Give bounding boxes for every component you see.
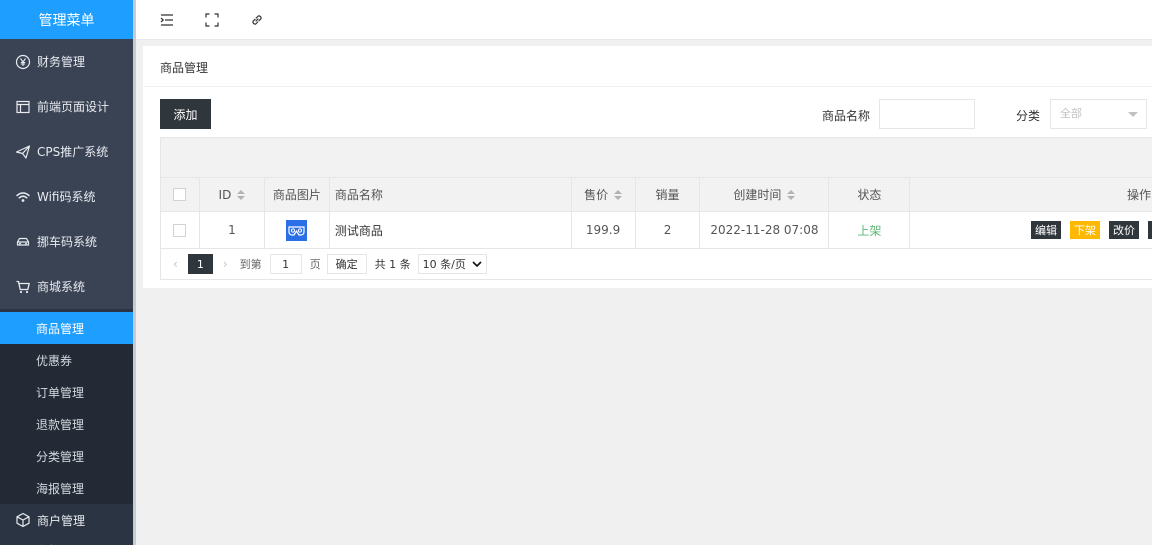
sidebar-menu: 财务管理 前端页面设计 CPS推广系统 Wifi码系统 挪车码系统 商城系统 [0, 39, 133, 309]
sidebar-item-wifi[interactable]: Wifi码系统 [0, 174, 133, 219]
status-badge: 上架 [829, 212, 911, 248]
cell-name: 测试商品 [330, 212, 572, 248]
row-checkbox[interactable] [173, 223, 187, 237]
page-number-current[interactable]: 1 [187, 254, 213, 274]
sidebar-subitem-product-management[interactable]: 商品管理 [0, 312, 133, 344]
column-header-actions: 操作 [1127, 188, 1152, 202]
sidebar-item-merchant[interactable]: 商户管理 [0, 504, 133, 536]
column-header-label: ID [218, 187, 232, 202]
add-button[interactable]: 添加 [160, 99, 211, 129]
menu-fold-icon[interactable] [159, 12, 175, 28]
goto-page-input[interactable]: 1 [269, 254, 302, 274]
column-header-status: 状态 [829, 178, 911, 211]
product-name-label: 商品名称 [822, 109, 871, 123]
cell-sales: 2 [636, 212, 701, 248]
more-action-button[interactable] [1148, 221, 1152, 239]
product-thumbnail[interactable] [286, 219, 308, 241]
mall-submenu: 商品管理 优惠券 订单管理 退款管理 分类管理 海报管理 [0, 312, 133, 504]
wifi-icon [15, 189, 31, 205]
take-down-button[interactable]: 下架 [1070, 221, 1101, 239]
column-header-sales: 销量 [636, 178, 701, 211]
car-icon [15, 234, 31, 250]
category-select-value: 全部 [1060, 107, 1082, 120]
product-name-input[interactable] [879, 99, 975, 129]
column-header-name: 商品名称 [330, 178, 572, 211]
header-checkbox-cell [161, 178, 200, 211]
sidebar-subitem-settings[interactable]: 参数设置 [0, 536, 133, 545]
page-title: 商品管理 [143, 46, 1152, 87]
layout-icon [15, 99, 31, 115]
page-size-value: 10 条/页 [422, 258, 466, 271]
column-header-price[interactable]: 售价 [572, 178, 636, 211]
sidebar-item-frontend-design[interactable]: 前端页面设计 [0, 84, 133, 129]
change-price-button[interactable]: 改价 [1109, 221, 1140, 239]
sidebar-subitem-orders[interactable]: 订单管理 [0, 376, 133, 408]
category-label: 分类 [1016, 109, 1041, 123]
prev-page-icon[interactable]: ‹ [173, 257, 178, 271]
sort-icon[interactable] [614, 189, 623, 200]
column-header-label: 创建时间 [733, 188, 782, 202]
cell-price: 199.9 [572, 212, 636, 248]
cart-icon [15, 279, 31, 295]
pagination: ‹ 1 › 到第 1 页 确定 共 1 条 10 条/页 [161, 249, 1152, 279]
chevron-down-icon [1128, 112, 1138, 117]
cell-image [265, 212, 330, 248]
table-row: 1 测试商品 199.9 2 2022-11-28 07:08 上架 编辑 下架… [161, 212, 1152, 249]
yen-circle-icon [15, 54, 31, 70]
sidebar-item-label: 挪车码系统 [37, 235, 98, 249]
sidebar-subitem-posters[interactable]: 海报管理 [0, 472, 133, 504]
total-count: 共 1 条 [374, 258, 411, 271]
page-unit-label: 页 [309, 258, 321, 271]
sidebar-item-label: 前端页面设计 [37, 100, 110, 114]
sidebar-item-car-code[interactable]: 挪车码系统 [0, 219, 133, 264]
cube-icon [15, 512, 31, 528]
sidebar-item-finance[interactable]: 财务管理 [0, 39, 133, 84]
category-select[interactable]: 全部 [1050, 99, 1147, 129]
table-header-row: ID 商品图片 商品名称 售价 销量 创建时间 状态 操作 [161, 178, 1152, 212]
top-header [136, 0, 1152, 40]
sidebar-subitem-refunds[interactable]: 退款管理 [0, 408, 133, 440]
goto-label: 到第 [239, 258, 262, 271]
sidebar: 管理菜单 财务管理 前端页面设计 CPS推广系统 Wifi码系统 挪车码系统 商… [0, 0, 133, 545]
product-management-card: 商品管理 添加 商品名称 分类 全部 ID 商品图片 商品名称 售价 销量 创建 [143, 46, 1152, 288]
cell-created: 2022-11-28 07:08 [700, 212, 830, 248]
sidebar-item-label: 财务管理 [37, 55, 86, 69]
fullscreen-icon[interactable] [204, 12, 220, 28]
sidebar-subitem-coupons[interactable]: 优惠券 [0, 344, 133, 376]
link-icon[interactable] [249, 12, 265, 28]
sidebar-item-label: CPS推广系统 [37, 145, 109, 159]
column-header-id[interactable]: ID [200, 178, 265, 211]
sidebar-item-cps[interactable]: CPS推广系统 [0, 129, 133, 174]
edit-button[interactable]: 编辑 [1031, 221, 1062, 239]
sidebar-subitem-categories[interactable]: 分类管理 [0, 440, 133, 472]
page-size-select[interactable]: 10 条/页 [417, 254, 487, 274]
sidebar-scrollbar[interactable] [133, 0, 136, 545]
sidebar-item-label: 商城系统 [37, 280, 86, 294]
sidebar-title: 管理菜单 [0, 0, 133, 39]
cell-actions: 编辑 下架 改价 [910, 212, 1152, 248]
paper-plane-icon [15, 144, 31, 160]
next-page-icon[interactable]: › [223, 257, 228, 271]
table-toolbar [161, 138, 1152, 178]
sidebar-item-label: 商户管理 [37, 513, 86, 528]
sidebar-item-mall[interactable]: 商城系统 [0, 264, 133, 309]
cell-id: 1 [200, 212, 265, 248]
sort-icon[interactable] [787, 189, 796, 200]
chevron-down-icon [472, 261, 482, 267]
column-header-label: 售价 [584, 188, 609, 202]
row-checkbox-cell [161, 212, 200, 248]
goto-confirm-button[interactable]: 确定 [326, 254, 367, 274]
select-all-checkbox[interactable] [173, 188, 187, 201]
column-header-created[interactable]: 创建时间 [700, 178, 830, 211]
product-table: ID 商品图片 商品名称 售价 销量 创建时间 状态 操作 1 测试商品 199… [160, 137, 1152, 280]
column-header-image: 商品图片 [265, 178, 330, 211]
sort-icon[interactable] [237, 189, 246, 200]
sidebar-item-label: Wifi码系统 [37, 190, 96, 204]
